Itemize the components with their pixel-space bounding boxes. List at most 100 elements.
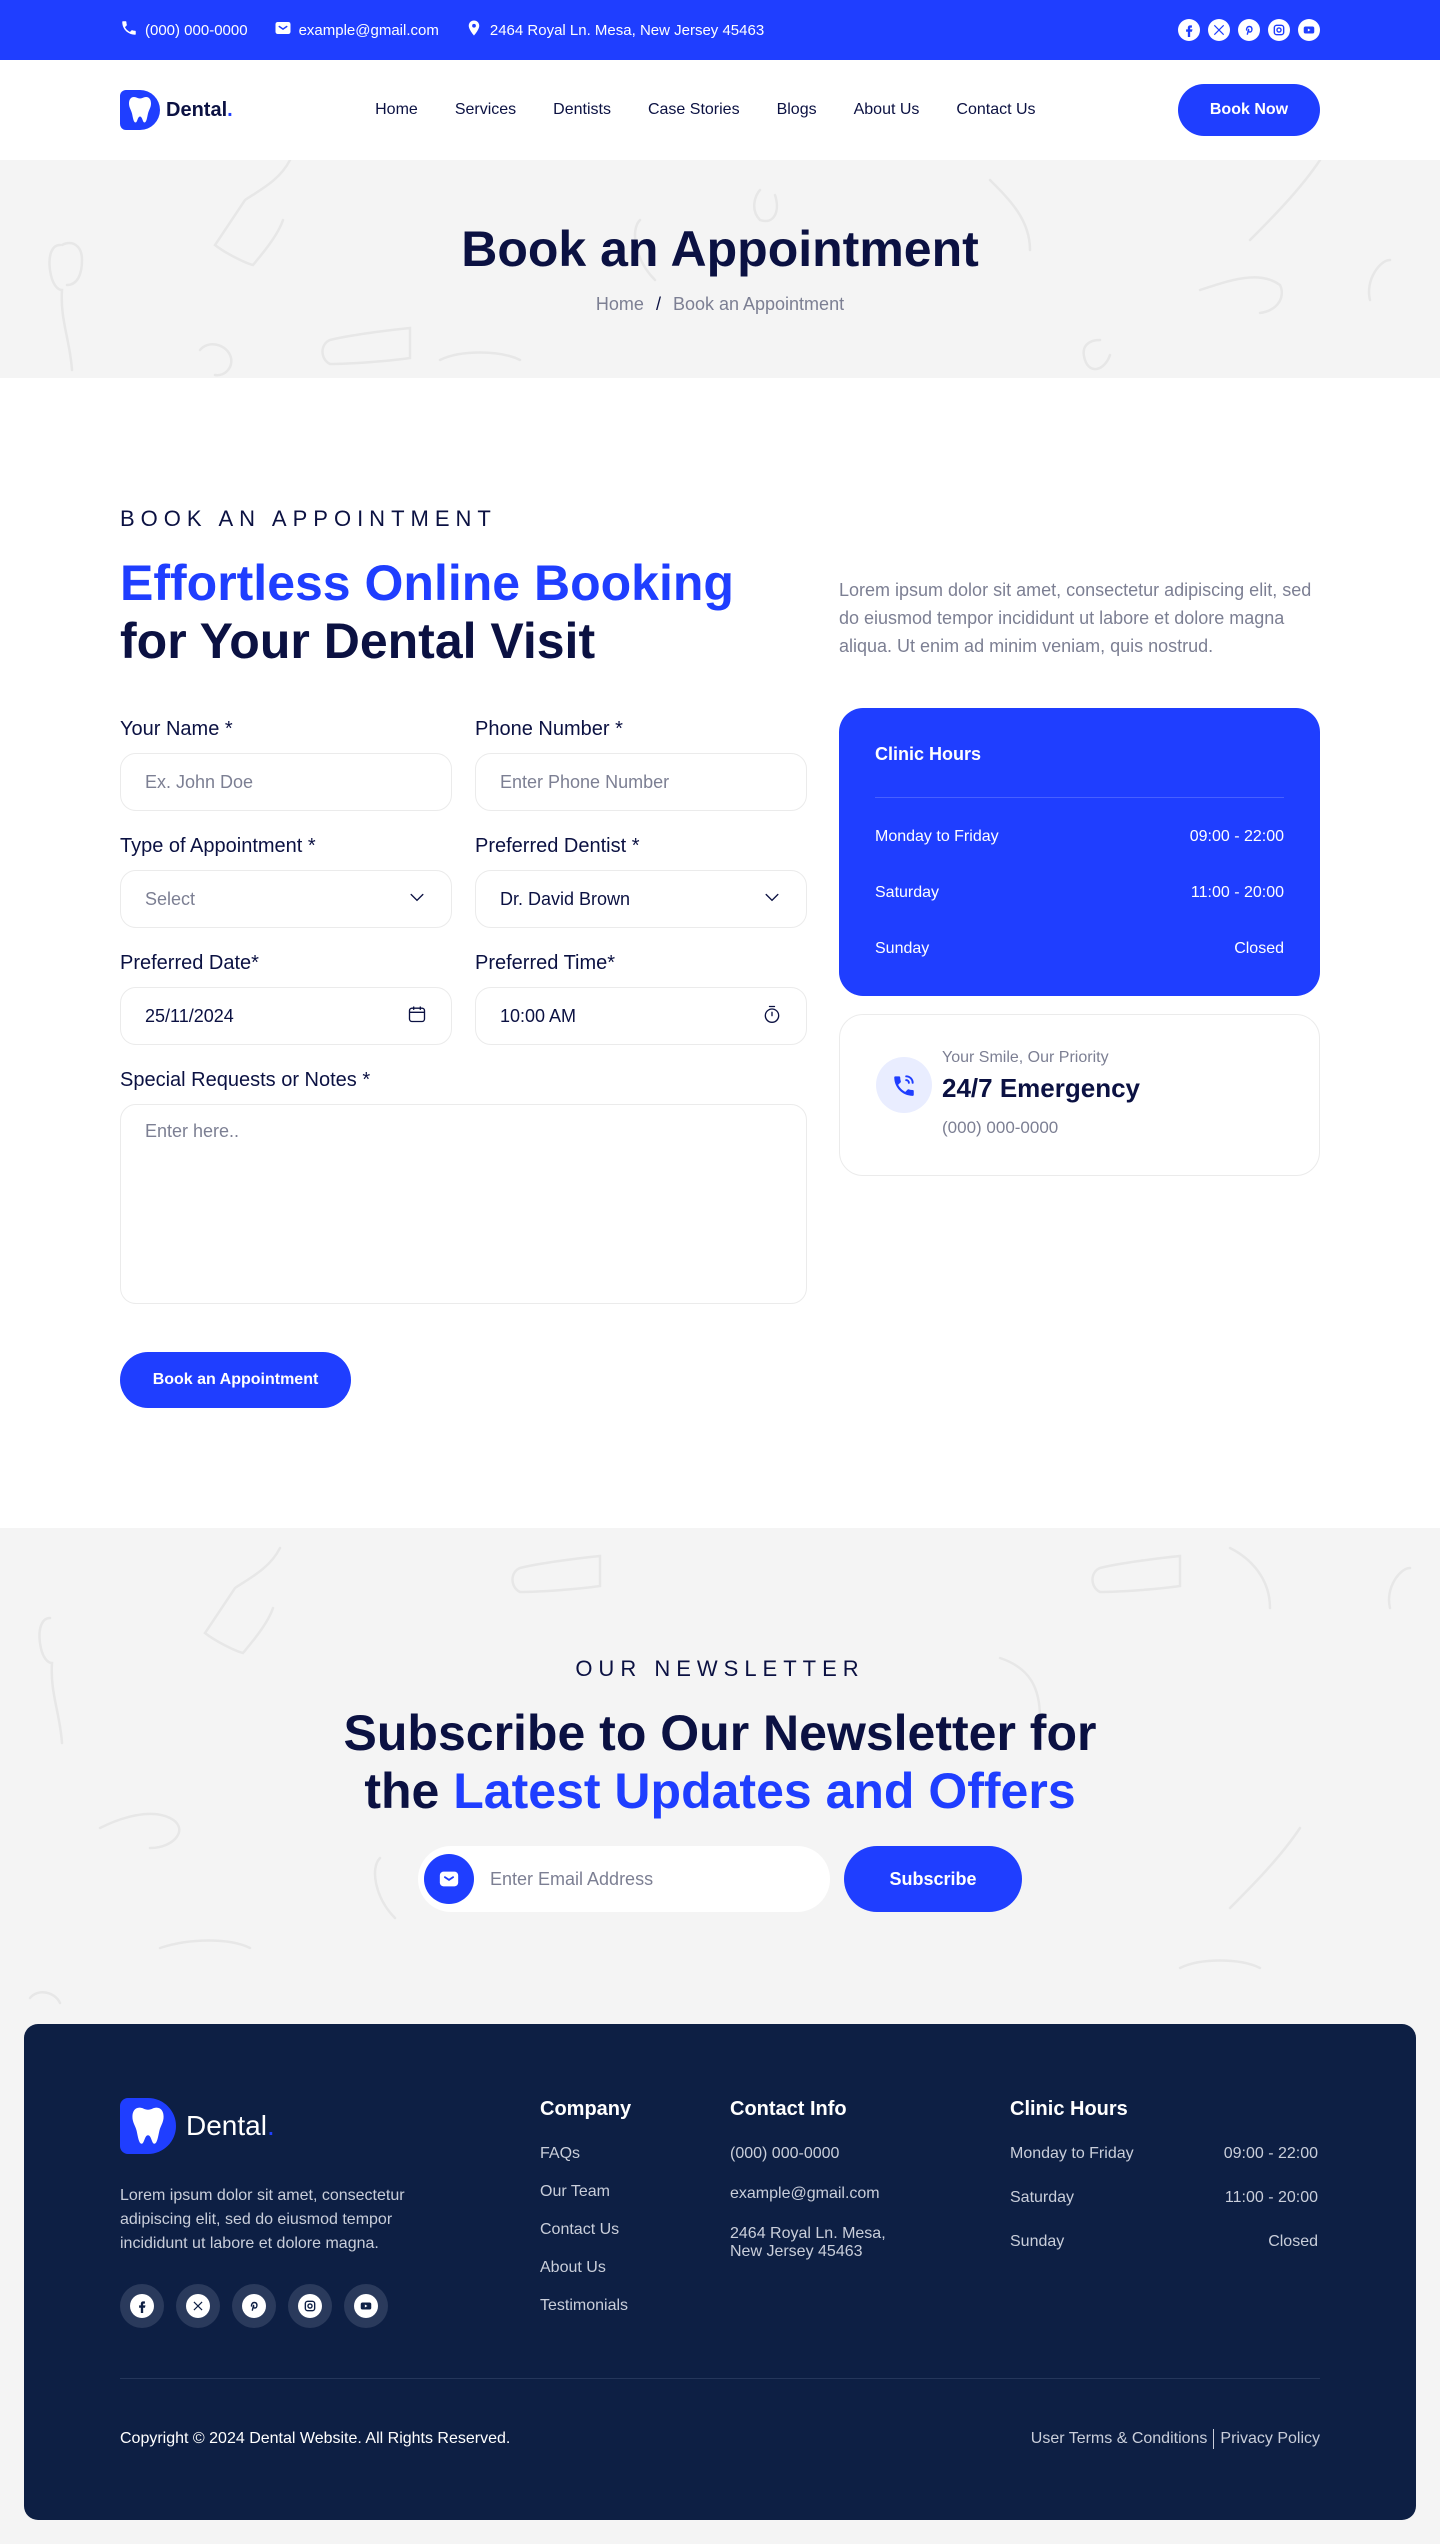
hours-day: Monday to Friday xyxy=(1010,2145,1134,2162)
clinic-hours-title: Clinic Hours xyxy=(875,744,982,764)
nav-about-us[interactable]: About Us xyxy=(854,101,920,119)
facebook-icon[interactable] xyxy=(120,2284,164,2328)
calendar-icon[interactable] xyxy=(407,1004,427,1029)
newsletter-email-input[interactable] xyxy=(490,1868,790,1890)
main-nav: Home Services Dentists Case Stories Blog… xyxy=(375,101,1035,119)
logo-text: Dental xyxy=(166,98,228,121)
appointment-type-select[interactable]: Select xyxy=(120,870,452,928)
emergency-tagline: Your Smile, Our Priority xyxy=(942,1049,1109,1066)
appointment-type-value: Select xyxy=(145,888,196,909)
hours-day: Monday to Friday xyxy=(875,828,999,845)
name-input[interactable] xyxy=(145,771,427,793)
footer-link-contact-us[interactable]: Contact Us xyxy=(540,2221,730,2239)
youtube-icon[interactable] xyxy=(344,2284,388,2328)
emergency-phone[interactable]: (000) 000-0000 xyxy=(942,1118,1140,1138)
copyright: Copyright © 2024 Dental Website. All Rig… xyxy=(120,2430,511,2447)
phone-input[interactable] xyxy=(500,771,782,793)
hours-time: Closed xyxy=(1268,2233,1318,2250)
tooth-logo-icon xyxy=(120,90,160,130)
top-bar: (000) 000-0000 example@gmail.com 2464 Ro… xyxy=(0,0,1440,60)
instagram-icon[interactable] xyxy=(1268,19,1290,41)
divider xyxy=(875,797,1284,798)
footer-link-testimonials[interactable]: Testimonials xyxy=(540,2297,730,2315)
date-label: Preferred Date* xyxy=(120,952,259,974)
footer-email[interactable]: example@gmail.com xyxy=(730,2185,1010,2203)
notes-textarea[interactable] xyxy=(145,1121,782,1287)
breadcrumb-current: Book an Appointment xyxy=(672,293,845,314)
section-description: Lorem ipsum dolor sit amet, consectetur … xyxy=(839,580,1312,656)
instagram-icon[interactable] xyxy=(288,2284,332,2328)
hours-row: Monday to Friday 09:00 - 22:00 xyxy=(875,828,1284,846)
footer-logo[interactable]: Dental. xyxy=(120,2098,540,2154)
hours-day: Saturday xyxy=(1010,2189,1075,2206)
pinterest-icon[interactable] xyxy=(1238,19,1260,41)
footer-hours-row: Sunday Closed xyxy=(1010,2233,1318,2251)
newsletter-heading-highlight: Latest Updates and Offers xyxy=(453,1763,1076,1819)
notes-label: Special Requests or Notes * xyxy=(120,1069,371,1091)
footer-link-faqs[interactable]: FAQs xyxy=(540,2145,730,2163)
book-now-button[interactable]: Book Now xyxy=(1177,84,1320,136)
topbar-address[interactable]: 2464 Royal Ln. Mesa, New Jersey 45463 xyxy=(465,19,764,41)
x-twitter-icon[interactable] xyxy=(176,2284,220,2328)
section-eyebrow: BOOK AN APPOINTMENT xyxy=(120,506,497,531)
breadcrumb: Home / Book an Appointment xyxy=(596,294,844,315)
dentist-label: Preferred Dentist * xyxy=(475,835,640,857)
footer-link-about-us[interactable]: About Us xyxy=(540,2259,730,2277)
chevron-down-icon xyxy=(407,887,427,912)
footer-link-our-team[interactable]: Our Team xyxy=(540,2183,730,2201)
hours-time: 09:00 - 22:00 xyxy=(1189,828,1284,845)
heading-main: for Your Dental Visit xyxy=(120,613,596,669)
nav-home[interactable]: Home xyxy=(375,101,418,119)
footer-description: Lorem ipsum dolor sit amet, consectetur … xyxy=(120,2187,405,2252)
breadcrumb-separator: / xyxy=(655,293,661,314)
footer-logo-text: Dental xyxy=(186,2110,267,2141)
dentist-value: Dr. David Brown xyxy=(500,888,631,909)
x-twitter-icon[interactable] xyxy=(1208,19,1230,41)
facebook-icon[interactable] xyxy=(1178,19,1200,41)
breadcrumb-home[interactable]: Home xyxy=(596,294,644,315)
hours-time: 09:00 - 22:00 xyxy=(1223,2145,1318,2162)
logo[interactable]: Dental. xyxy=(120,90,233,130)
hours-day: Sunday xyxy=(875,940,930,957)
name-label: Your Name * xyxy=(120,718,233,740)
stopwatch-icon[interactable] xyxy=(762,1004,782,1029)
site-footer: Dental. Lorem ipsum dolor sit amet, cons… xyxy=(24,2024,1416,2520)
terms-link[interactable]: User Terms & Conditions xyxy=(1031,2430,1208,2448)
hours-day: Saturday xyxy=(875,884,940,901)
page-title: Book an Appointment xyxy=(461,220,979,277)
topbar-phone[interactable]: (000) 000-0000 xyxy=(120,19,248,41)
newsletter-heading: Subscribe to Our Newsletter for the Late… xyxy=(344,1704,1097,1820)
dentist-select[interactable]: Dr. David Brown xyxy=(475,870,807,928)
nav-case-stories[interactable]: Case Stories xyxy=(648,101,740,119)
pinterest-icon[interactable] xyxy=(232,2284,276,2328)
privacy-link[interactable]: Privacy Policy xyxy=(1220,2430,1320,2448)
footer-address-line1: 2464 Royal Ln. Mesa, xyxy=(730,2225,886,2242)
topbar-address-text: 2464 Royal Ln. Mesa, New Jersey 45463 xyxy=(489,21,765,39)
footer-phone[interactable]: (000) 000-0000 xyxy=(730,2145,1010,2163)
footer-hours-title: Clinic Hours xyxy=(1010,2098,1128,2120)
date-input[interactable]: 25/11/2024 xyxy=(120,987,452,1045)
nav-contact-us[interactable]: Contact Us xyxy=(956,101,1035,119)
book-appointment-button[interactable]: Book an Appointment xyxy=(120,1352,351,1408)
phone-label: Phone Number * xyxy=(475,718,623,740)
emergency-card: Your Smile, Our Priority 24/7 Emergency … xyxy=(839,1014,1320,1176)
youtube-icon[interactable] xyxy=(1298,19,1320,41)
newsletter-heading-line2-start: the xyxy=(364,1763,440,1819)
appointment-type-label: Type of Appointment * xyxy=(120,835,316,857)
nav-blogs[interactable]: Blogs xyxy=(777,101,817,119)
nav-dentists[interactable]: Dentists xyxy=(553,101,611,119)
nav-services[interactable]: Services xyxy=(455,101,516,119)
topbar-email[interactable]: example@gmail.com xyxy=(274,19,439,41)
hours-time: Closed xyxy=(1234,940,1284,957)
subscribe-button[interactable]: Subscribe xyxy=(844,1846,1022,1912)
emergency-title: 24/7 Emergency xyxy=(942,1073,1141,1103)
booking-section: BOOK AN APPOINTMENT Effortless Online Bo… xyxy=(0,378,1440,1528)
hours-row: Saturday 11:00 - 20:00 xyxy=(875,884,1284,902)
hours-time: 11:00 - 20:00 xyxy=(1224,2189,1318,2206)
chevron-down-icon xyxy=(762,887,782,912)
footer-address-line2: New Jersey 45463 xyxy=(730,2243,863,2260)
location-pin-icon xyxy=(465,19,483,41)
time-input[interactable]: 10:00 AM xyxy=(475,987,807,1045)
mail-icon xyxy=(274,19,292,41)
time-label: Preferred Time* xyxy=(475,952,616,974)
